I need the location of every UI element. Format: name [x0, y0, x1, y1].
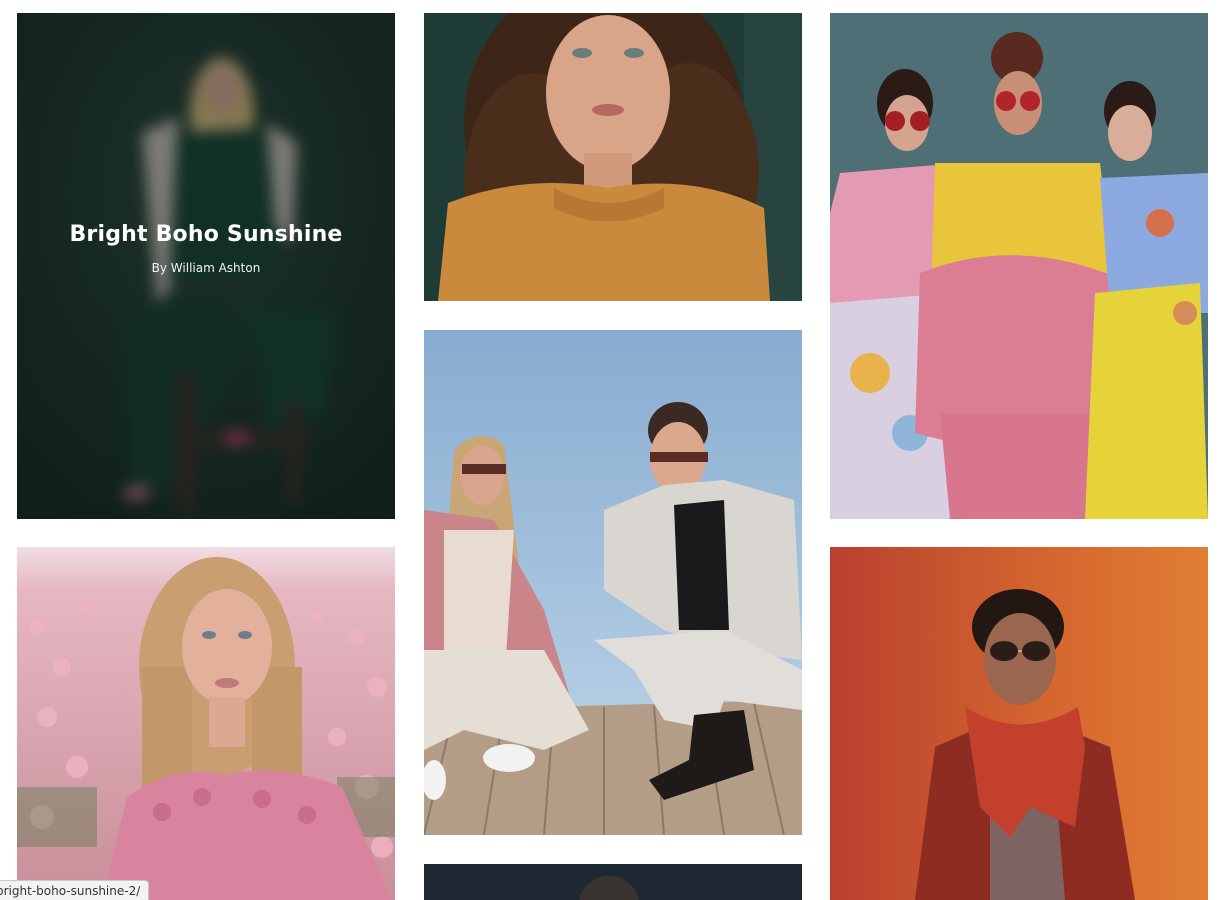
photo-red-jacket-man [830, 547, 1208, 900]
photo-flower-field-woman [17, 547, 395, 900]
gallery-card-red-jacket-man[interactable] [830, 547, 1208, 900]
gallery-card-curly-hair-portrait[interactable] [424, 13, 802, 301]
card-hover-overlay: Bright Boho Sunshine By William Ashton [17, 13, 395, 519]
gallery-card-dark-portrait[interactable] [424, 864, 802, 900]
photo-two-models-deck [424, 330, 802, 835]
photo-curly-hair-woman [424, 13, 802, 301]
masonry-gallery: Bright Boho Sunshine By William Ashton b… [0, 0, 1220, 900]
gallery-card-bright-boho-sunshine[interactable]: Bright Boho Sunshine By William Ashton [17, 13, 395, 519]
photo-dark-portrait [424, 864, 802, 900]
photo-three-models [830, 13, 1208, 519]
gallery-card-three-models[interactable] [830, 13, 1208, 519]
gallery-card-two-models-deck[interactable] [424, 330, 802, 835]
gallery-card-flower-field-portrait[interactable] [17, 547, 395, 900]
card-author: By William Ashton [151, 260, 261, 275]
status-bar-url: bright-boho-sunshine-2/ [0, 880, 150, 900]
card-title[interactable]: Bright Boho Sunshine [69, 222, 342, 247]
